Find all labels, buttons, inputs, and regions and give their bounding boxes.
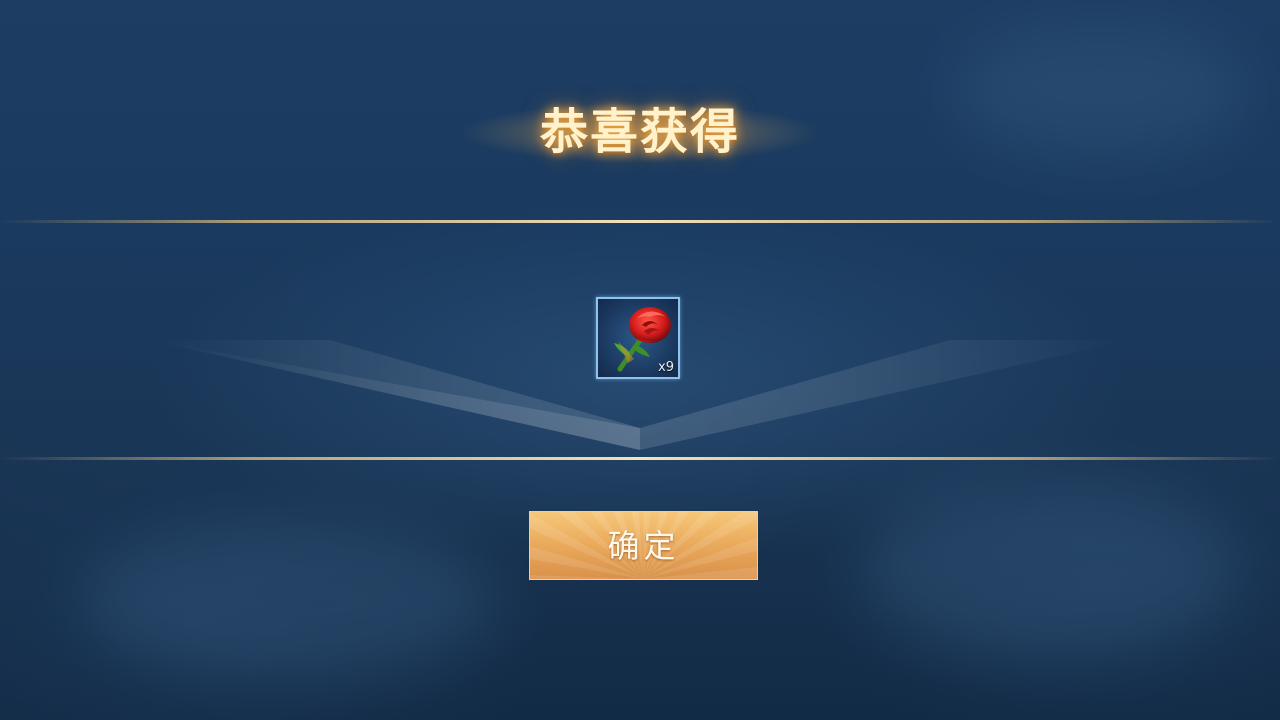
reward-dialog: 恭喜获得 x9 确定	[0, 0, 1280, 720]
top-divider	[0, 220, 1280, 223]
reward-item-slot[interactable]: x9	[596, 297, 680, 379]
background-haze	[860, 480, 1240, 660]
bottom-divider	[0, 457, 1280, 460]
confirm-button[interactable]: 确定	[529, 511, 758, 580]
background-haze	[80, 520, 500, 680]
dialog-title: 恭喜获得	[539, 104, 740, 160]
reward-count: x9	[658, 360, 674, 375]
confirm-button-label: 确定	[607, 527, 680, 565]
